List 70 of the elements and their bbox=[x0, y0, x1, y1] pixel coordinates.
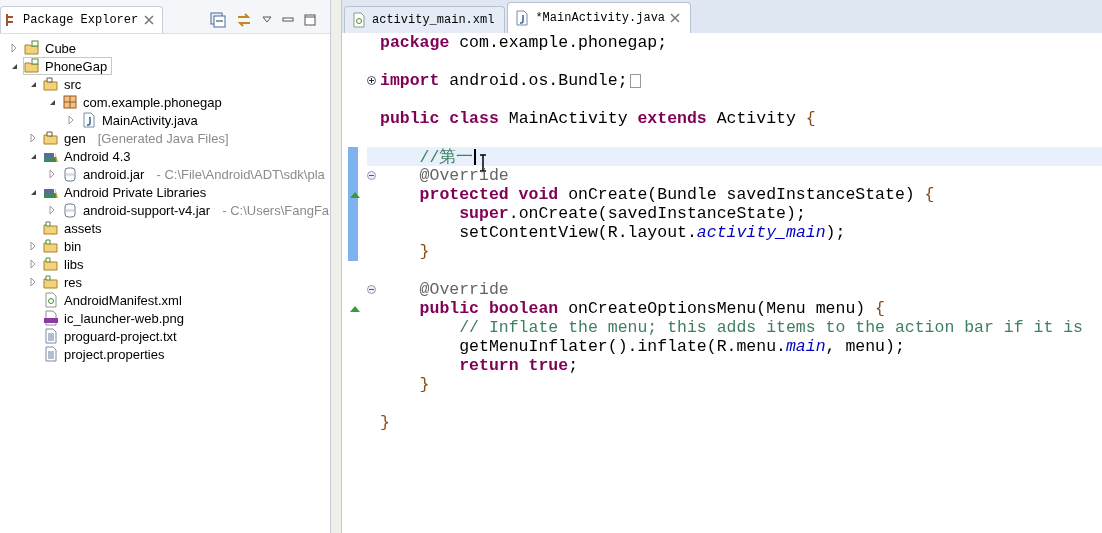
code-line: package com.example.phonegap; bbox=[380, 33, 668, 52]
tree-item-label[interactable]: com.example.phonegap bbox=[81, 94, 224, 110]
collapse-all-icon[interactable] bbox=[210, 12, 226, 28]
project-folder-icon bbox=[24, 58, 40, 74]
tree-item-label[interactable]: AndroidManifest.xml bbox=[62, 292, 184, 308]
tree-item-label[interactable]: libs bbox=[62, 256, 86, 272]
code-line: } bbox=[418, 375, 430, 394]
folder-icon bbox=[43, 256, 59, 272]
folder-icon bbox=[43, 274, 59, 290]
code-line: getMenuInflater().inflate(R.menu.main, menu); bbox=[458, 337, 905, 356]
tree-item-label[interactable]: PhoneGap bbox=[43, 58, 110, 74]
code-line: @Override bbox=[418, 166, 509, 185]
collapse-fold-icon[interactable] bbox=[367, 285, 376, 294]
folded-code-icon[interactable] bbox=[629, 73, 641, 88]
close-icon[interactable] bbox=[144, 15, 155, 25]
tree-item-label[interactable]: assets bbox=[62, 220, 104, 236]
image-file-icon bbox=[43, 310, 59, 326]
java-file-icon bbox=[81, 112, 97, 128]
expand-fold-icon[interactable] bbox=[367, 76, 376, 85]
view-menu-icon[interactable] bbox=[262, 16, 272, 24]
tree-item-label[interactable]: src bbox=[62, 76, 84, 92]
tree-item-label[interactable]: gen bbox=[62, 130, 88, 146]
code-line: } bbox=[380, 413, 390, 432]
source-folder-icon bbox=[43, 76, 59, 92]
java-file-icon bbox=[514, 10, 531, 26]
tree-item-label[interactable]: res bbox=[62, 274, 85, 290]
text-file-icon bbox=[43, 328, 59, 344]
tree-item-label[interactable]: project.properties bbox=[62, 346, 167, 362]
jar-icon bbox=[62, 166, 78, 182]
tree-item-label[interactable]: ic_launcher-web.png bbox=[62, 310, 186, 326]
tree-item-decoration: - C:\File\Android\ADT\sdk\pla bbox=[156, 166, 325, 182]
collapse-fold-icon[interactable] bbox=[367, 171, 376, 180]
code-line: //第一 bbox=[418, 146, 474, 168]
selected-tree-item[interactable]: PhoneGap bbox=[23, 57, 113, 75]
editor-tab[interactable]: activity_main.xml bbox=[344, 6, 506, 33]
text-file-icon bbox=[43, 346, 59, 362]
close-icon[interactable] bbox=[670, 13, 681, 23]
code-line: return true; bbox=[458, 356, 579, 375]
code-line: import android.os.Bundle; bbox=[380, 71, 628, 90]
editor-tab[interactable]: *MainActivity.java bbox=[507, 2, 692, 33]
code-line: super.onCreate(savedInstanceState); bbox=[458, 204, 806, 223]
tree-item-label[interactable]: bin bbox=[62, 238, 84, 254]
xml-file-icon bbox=[43, 292, 59, 308]
code-line: public boolean onCreateOptionsMenu(Menu menu) { bbox=[418, 299, 885, 318]
folder-icon bbox=[43, 238, 59, 254]
maximize-icon[interactable] bbox=[304, 14, 316, 26]
tree-item-label[interactable]: android-support-v4.jar bbox=[81, 202, 213, 218]
source-folder-icon bbox=[43, 130, 59, 146]
link-arrows-icon[interactable] bbox=[236, 12, 252, 28]
project-folder-icon bbox=[24, 40, 40, 56]
tree-item-label[interactable]: MainActivity.java bbox=[100, 112, 200, 128]
code-line: setContentView(R.layout.activity_main); bbox=[458, 223, 846, 242]
tree-item-decoration: - C:\Users\FangFa bbox=[222, 202, 330, 218]
view-tab[interactable]: Package Explorer bbox=[0, 6, 164, 33]
code-line: @Override bbox=[418, 280, 509, 299]
code-line: } bbox=[418, 242, 430, 261]
code-line: // Inflate the menu; this adds items to the action bar if it is bbox=[458, 318, 1083, 337]
tree-item-label[interactable]: Android 4.3 bbox=[62, 148, 133, 164]
tree-item-label[interactable]: Android Private Libraries bbox=[62, 184, 209, 200]
tree-item-label[interactable]: Cube bbox=[43, 40, 79, 56]
text-caret bbox=[474, 148, 477, 165]
code-line: protected void onCreate(Bundle savedInstanceState) { bbox=[418, 185, 935, 204]
package-icon bbox=[62, 94, 78, 110]
folder-icon bbox=[43, 220, 59, 236]
code-line: public class MainActivity extends Activity { bbox=[380, 109, 816, 128]
tree-item-decoration: [Generated Java Files] bbox=[97, 130, 229, 146]
tree-item-label[interactable]: android.jar bbox=[81, 166, 147, 182]
tree-item-label[interactable]: proguard-project.txt bbox=[62, 328, 179, 344]
jar-icon bbox=[62, 202, 78, 218]
xml-file-icon bbox=[351, 12, 367, 28]
